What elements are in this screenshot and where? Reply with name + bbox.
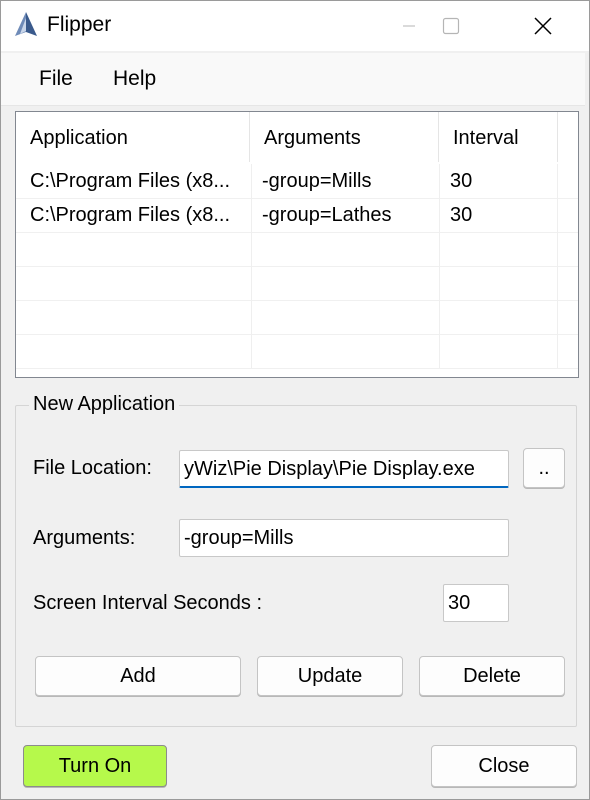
column-header-interval[interactable]: Interval — [439, 112, 558, 162]
browse-button[interactable]: .. — [523, 448, 565, 488]
column-header-application[interactable]: Application — [16, 112, 250, 162]
delete-button[interactable]: Delete — [419, 656, 565, 696]
menu-file[interactable]: File — [39, 67, 73, 91]
column-header-arguments[interactable]: Arguments — [250, 112, 439, 162]
arguments-input[interactable]: -group=Mills — [179, 519, 509, 557]
application-list[interactable]: Application Arguments Interval C:\Progra… — [15, 111, 579, 378]
window-title: Flipper — [47, 13, 112, 36]
list-row-empty — [16, 300, 578, 335]
flipper-app-icon — [11, 10, 41, 40]
list-row[interactable]: C:\Program Files (x8... -group=Mills 30 — [16, 164, 578, 199]
close-window-button[interactable] — [519, 1, 567, 51]
cell-arguments: -group=Lathes — [252, 198, 440, 232]
update-button[interactable]: Update — [257, 656, 403, 696]
menu-bar: File Help — [1, 53, 585, 106]
flipper-window: Flipper File Help Application Arguments … — [0, 0, 590, 800]
list-row-empty — [16, 266, 578, 301]
maximize-button[interactable] — [427, 1, 475, 51]
close-icon — [534, 17, 552, 35]
list-row-empty — [16, 232, 578, 267]
file-location-input[interactable]: yWiz\Pie Display\Pie Display.exe — [179, 450, 509, 488]
close-button[interactable]: Close — [431, 745, 577, 787]
cell-interval: 30 — [440, 164, 558, 198]
cell-arguments: -group=Mills — [252, 164, 440, 198]
minimize-icon — [403, 25, 415, 27]
list-row-empty — [16, 334, 578, 369]
list-row[interactable]: C:\Program Files (x8... -group=Lathes 30 — [16, 198, 578, 233]
title-bar: Flipper — [1, 1, 589, 51]
menu-help[interactable]: Help — [113, 67, 156, 91]
turn-on-button[interactable]: Turn On — [23, 745, 167, 787]
cell-application: C:\Program Files (x8... — [16, 164, 252, 198]
arguments-label: Arguments: — [33, 527, 136, 549]
cell-interval: 30 — [440, 198, 558, 232]
minimize-button[interactable] — [385, 1, 433, 51]
cell-application: C:\Program Files (x8... — [16, 198, 252, 232]
add-button[interactable]: Add — [35, 656, 241, 696]
group-title: New Application — [29, 393, 180, 416]
list-header: Application Arguments Interval — [16, 112, 578, 162]
interval-input[interactable]: 30 — [443, 584, 509, 622]
maximize-icon — [442, 17, 460, 35]
file-location-label: File Location: — [33, 457, 152, 479]
screen-interval-label: Screen Interval Seconds : — [33, 592, 263, 614]
